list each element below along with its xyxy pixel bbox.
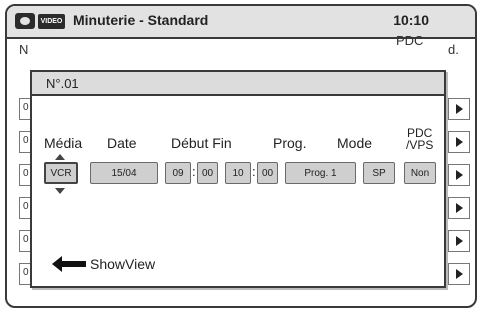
media-field[interactable]: VCR xyxy=(44,162,78,184)
list-header-d: d. xyxy=(448,42,459,57)
row-arrow-icon[interactable] xyxy=(448,197,470,219)
row-number: 0 xyxy=(23,201,29,212)
end-minute-field[interactable]: 00 xyxy=(257,162,278,184)
row-number: 0 xyxy=(23,135,29,146)
arrow-down-icon xyxy=(55,188,65,194)
row-arrow-icon[interactable] xyxy=(448,263,470,285)
row-number: 0 xyxy=(23,168,29,179)
start-colon: : xyxy=(192,164,196,179)
mode-field[interactable]: SP xyxy=(363,162,395,184)
start-minute-field[interactable]: 00 xyxy=(197,162,218,184)
pdc-vps-field[interactable]: Non xyxy=(404,162,436,184)
row-arrow-icon[interactable] xyxy=(448,98,470,120)
left-arrow-icon xyxy=(52,256,86,272)
prog-field[interactable]: Prog. 1 xyxy=(285,162,356,184)
row-arrow-icon[interactable] xyxy=(448,164,470,186)
list-header-number: N xyxy=(19,42,29,57)
prog-label: Prog. xyxy=(273,135,307,151)
clock: 10:10 xyxy=(393,12,429,28)
pdc-vps-label: PDC /VPS xyxy=(406,127,433,151)
dialog-header: N°.01 xyxy=(32,72,444,96)
disc-icon xyxy=(15,13,35,29)
timer-number: N°.01 xyxy=(46,76,79,91)
pdc-label-line2: /VPS xyxy=(406,138,434,152)
start-hour-field[interactable]: 09 xyxy=(165,162,191,184)
row-number: 0 xyxy=(23,102,29,113)
mode-label: Mode xyxy=(337,135,373,151)
date-label: Date xyxy=(107,135,137,151)
screen-title: Minuterie - Standard xyxy=(73,12,209,28)
media-label: Média xyxy=(44,135,83,151)
arrow-up-icon xyxy=(55,154,65,160)
date-field[interactable]: 15/04 xyxy=(90,162,158,184)
start-end-label: Début Fin xyxy=(171,135,232,151)
showview-label: ShowView xyxy=(90,256,156,272)
row-arrow-icon[interactable] xyxy=(448,131,470,153)
end-hour-field[interactable]: 10 xyxy=(225,162,251,184)
row-arrow-icon[interactable] xyxy=(448,230,470,252)
row-number: 0 xyxy=(23,267,29,278)
end-colon: : xyxy=(252,164,256,179)
list-header-pdc: PDC xyxy=(396,33,424,48)
row-number: 0 xyxy=(23,234,29,245)
video-badge: VIDEO xyxy=(38,14,65,29)
